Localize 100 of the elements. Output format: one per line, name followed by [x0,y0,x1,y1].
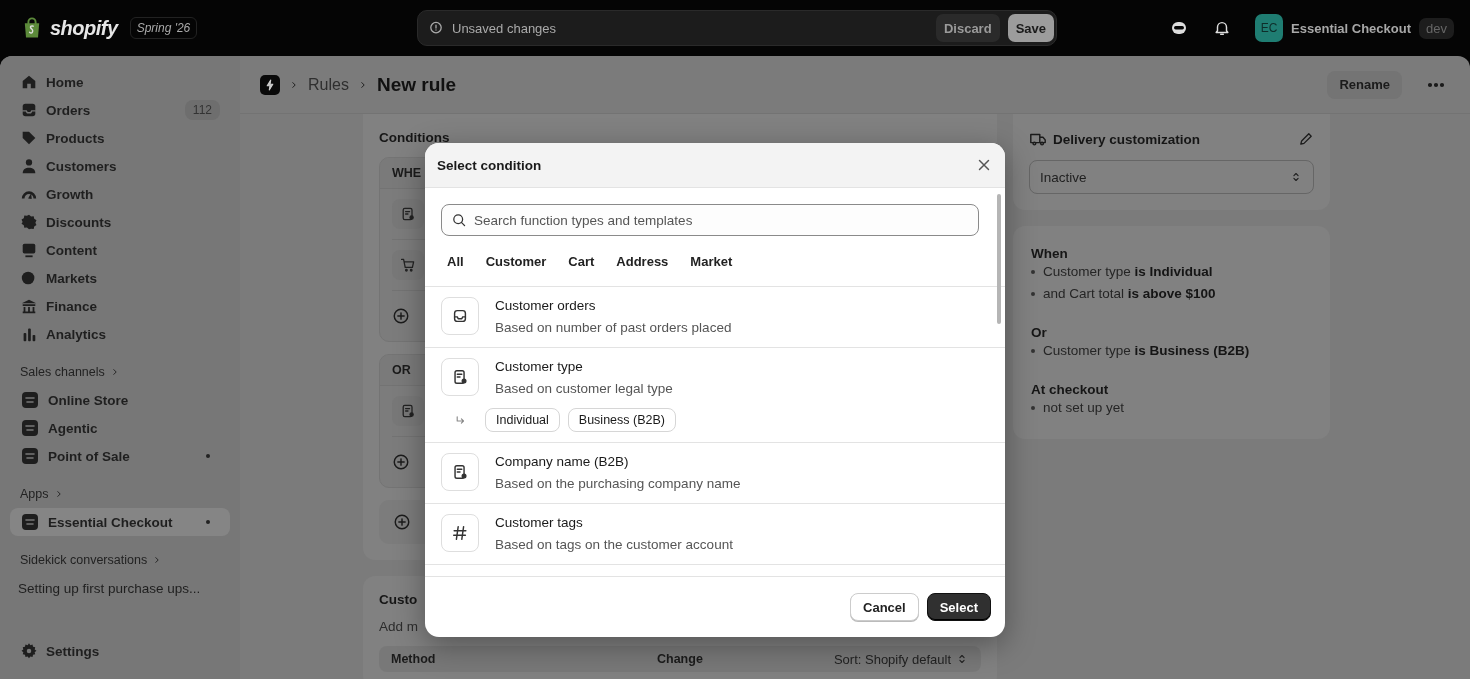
condition-option[interactable]: Company name (B2B) Based on the purchasing company name [425,443,1005,504]
bullet-icon [1031,292,1035,296]
form-icon [451,368,469,386]
card-title: Delivery customization [1053,131,1202,147]
status-select[interactable]: Inactive [1029,160,1314,194]
store-avatar[interactable]: EC [1255,14,1284,42]
dialog-title: Select condition [437,157,542,173]
bank-icon [20,297,38,315]
pencil-icon[interactable] [1298,131,1314,147]
nav-item[interactable]: Finance [10,292,230,320]
filter-tab[interactable]: All [439,247,472,275]
settings-item[interactable]: Settings [10,637,230,665]
tag-icon [20,129,38,147]
nav-item[interactable]: Analytics [10,320,230,348]
form-icon [400,403,416,419]
app-icon [20,512,40,532]
channel-item[interactable]: Point of Sale [10,442,230,470]
filter-tab[interactable]: Market [682,247,741,275]
card-title: Custo [379,592,419,607]
filter-tab[interactable]: Customer [477,247,555,275]
home-icon [20,73,38,91]
cancel-button[interactable]: Cancel [850,593,919,621]
option-description: Based on customer legal type [495,380,674,398]
bullet-icon [1031,349,1035,353]
option-description: Based on number of past orders placed [495,319,732,337]
bullet-icon [1031,406,1035,410]
badge-icon [20,213,38,231]
option-title: Customer type [495,358,584,376]
summary-line: Customer type is Business (B2B) [1043,342,1250,360]
option-title: Company name (B2B) [495,453,630,471]
column-header: Change [657,652,704,666]
value-chip[interactable]: Business (B2B) [567,408,676,432]
filter-tab[interactable]: Cart [560,247,603,275]
app-item[interactable]: Essential Checkout [10,508,230,536]
rename-button[interactable]: Rename [1327,70,1402,99]
search-icon [451,212,467,228]
select-button[interactable]: Select [926,593,991,621]
sort-button[interactable]: Sort: Shopify default [833,651,969,667]
card-subtitle: Add m [379,619,419,634]
gear-icon [20,642,38,660]
inbox-icon [451,307,469,325]
hashtag-icon [451,524,469,542]
channel-item[interactable]: Online Store [10,386,230,414]
add-circle-icon[interactable] [392,453,410,471]
option-description: Based on tags on the customer account [495,536,733,554]
nav-item[interactable]: Orders 112 [10,96,230,124]
condition-chip[interactable] [392,396,424,426]
scrollbar-thumb[interactable] [997,194,1001,324]
nav-item[interactable]: Home [10,68,230,96]
nav-item[interactable]: Content [10,236,230,264]
notice-text: Unsaved changes [452,20,558,36]
bell-icon[interactable] [1213,19,1232,37]
count-badge: 112 [184,100,220,120]
summary-heading: Or [1031,325,1048,340]
value-chip[interactable]: Individual [485,408,560,432]
option-description: Based on the purchasing company name [495,475,741,493]
option-title: Customer tags [495,514,584,532]
alert-icon [428,20,444,36]
channel-item[interactable]: Agentic [10,414,230,442]
summary-heading: At checkout [1031,382,1110,397]
nav-item[interactable]: Growth [10,180,230,208]
section-heading[interactable]: Apps [10,480,230,508]
group-heading: OR [392,363,411,377]
nav-item[interactable]: Products [10,124,230,152]
add-circle-icon[interactable] [393,513,411,531]
card-title: Conditions [379,130,451,145]
edition-badge: Spring '26 [129,17,198,39]
summary-line: and Cart total is above $100 [1043,285,1216,303]
store-badge: dev [1419,17,1454,39]
filter-tab[interactable]: Address [608,247,677,275]
breadcrumb-link[interactable]: Rules [308,75,349,94]
summary-line: Customer type is Individual [1043,263,1213,281]
column-header: Method [391,652,437,666]
section-heading[interactable]: Sales channels [10,358,230,386]
group-heading: WHE [392,166,422,180]
conversation-link[interactable]: Setting up first purchase ups... [10,574,230,602]
logo-wordmark: shopify [50,16,118,40]
nav-item[interactable]: Discounts [10,208,230,236]
condition-chip[interactable] [392,199,424,229]
person-icon [20,157,38,175]
nav-item[interactable]: Customers [10,152,230,180]
cart-icon [400,257,416,273]
bullet-icon [1031,270,1035,274]
summary-line: not set up yet [1043,399,1125,417]
app-icon[interactable] [260,74,280,95]
discard-button[interactable]: Discard [935,14,1000,42]
section-heading[interactable]: Sidekick conversations [10,546,230,574]
page-title: New rule [376,73,458,96]
search-field[interactable]: Search function types and templates [441,204,979,236]
condition-option[interactable]: Customer tags Based on tags on the customer account [425,504,1005,565]
save-button[interactable]: Save [1007,14,1054,42]
store-name[interactable]: Essential Checkout [1291,20,1412,36]
condition-option[interactable]: Customer type Based on customer legal type Individual Business (B2B) [425,348,1005,443]
add-circle-icon[interactable] [392,307,410,325]
option-title: Customer orders [495,297,597,315]
nav-item[interactable]: Markets [10,264,230,292]
summary-heading: When [1031,246,1069,261]
inbox-icon [20,101,38,119]
form-icon [400,206,416,222]
condition-chip[interactable] [392,250,424,280]
